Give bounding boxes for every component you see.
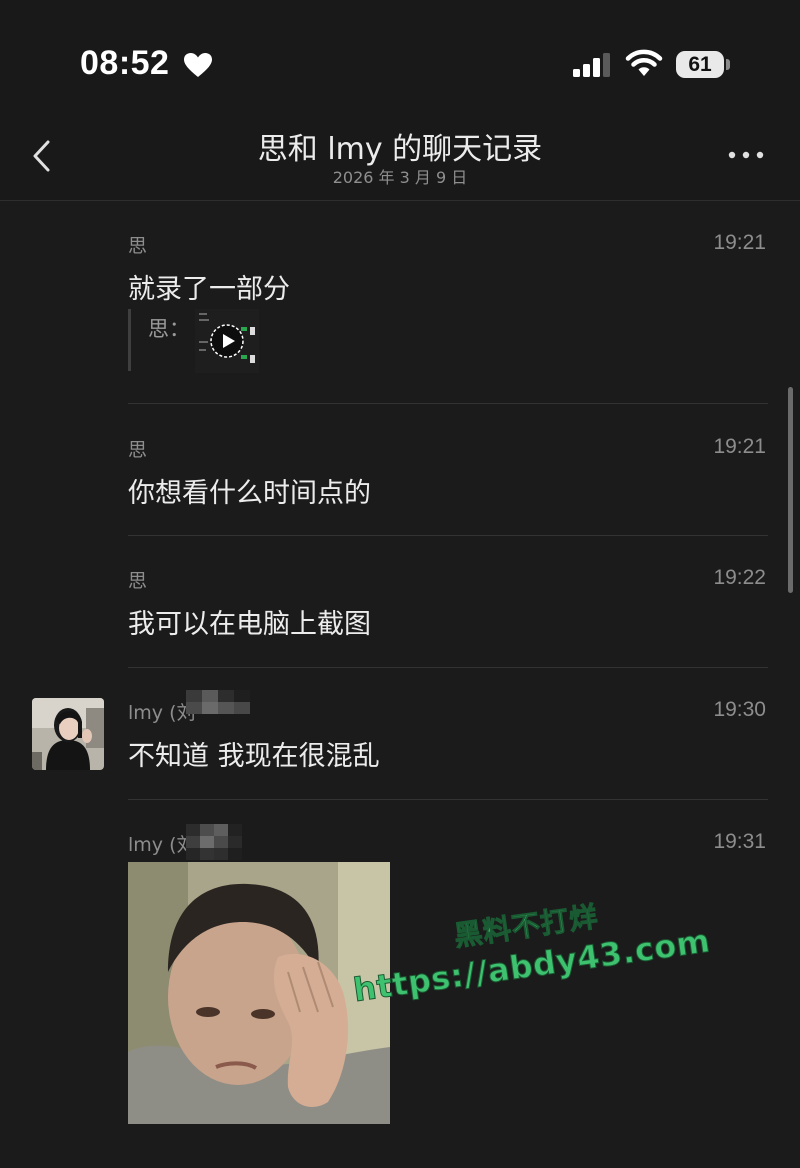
play-icon[interactable] — [209, 323, 245, 359]
message-text: 我可以在电脑上截图 — [128, 609, 371, 640]
message-time: 19:30 — [713, 698, 766, 721]
battery-icon: 61 — [676, 51, 724, 78]
chat-header: 思和 lmy 的聊天记录 2026 年 3 月 9 日 — [0, 110, 800, 201]
battery-level: 61 — [688, 53, 712, 76]
message-time: 19:21 — [713, 435, 766, 458]
message-sender: 思 — [128, 439, 148, 461]
video-thumbnail[interactable] — [195, 309, 259, 373]
heart-icon — [184, 53, 212, 77]
meme-photo-drawing — [128, 862, 390, 1124]
message-item[interactable]: 思 19:21 就录了一部分 思： — [0, 201, 800, 405]
message-time: 19:31 — [713, 830, 766, 853]
status-time: 08:52 — [80, 44, 170, 82]
status-bar: 08:52 61 — [0, 0, 800, 110]
quote-sender: 思： — [148, 317, 190, 341]
quote-bar — [128, 309, 131, 371]
scrollbar[interactable] — [788, 387, 793, 593]
message-time: 19:22 — [713, 566, 766, 589]
message-time: 19:21 — [713, 231, 766, 254]
battery-cap — [726, 59, 730, 70]
signal-icon — [573, 53, 610, 77]
message-item[interactable]: 思 19:21 你想看什么时间点的 — [0, 405, 800, 536]
wifi-icon — [625, 49, 663, 76]
message-divider — [128, 403, 768, 404]
page-subtitle: 2026 年 3 月 9 日 — [332, 168, 468, 187]
message-item[interactable]: 思 19:22 我可以在电脑上截图 — [0, 536, 800, 668]
message-text: 就录了一部分 — [128, 274, 290, 305]
message-item[interactable]: lmy (刘 19:30 不知道 我现在很混乱 — [0, 668, 800, 800]
message-sender: 思 — [128, 570, 148, 592]
page-title: 思和 lmy 的聊天记录 — [257, 132, 543, 167]
message-text: 你想看什么时间点的 — [128, 478, 371, 509]
message-sender: 思 — [128, 235, 148, 257]
mosaic-blur — [186, 690, 250, 714]
meme-photo[interactable] — [128, 862, 390, 1124]
more-icon[interactable] — [724, 140, 768, 170]
mosaic-blur — [186, 824, 242, 860]
message-text: 不知道 我现在很混乱 — [128, 741, 380, 772]
avatar[interactable] — [32, 698, 104, 770]
avatar-photo — [32, 698, 104, 770]
